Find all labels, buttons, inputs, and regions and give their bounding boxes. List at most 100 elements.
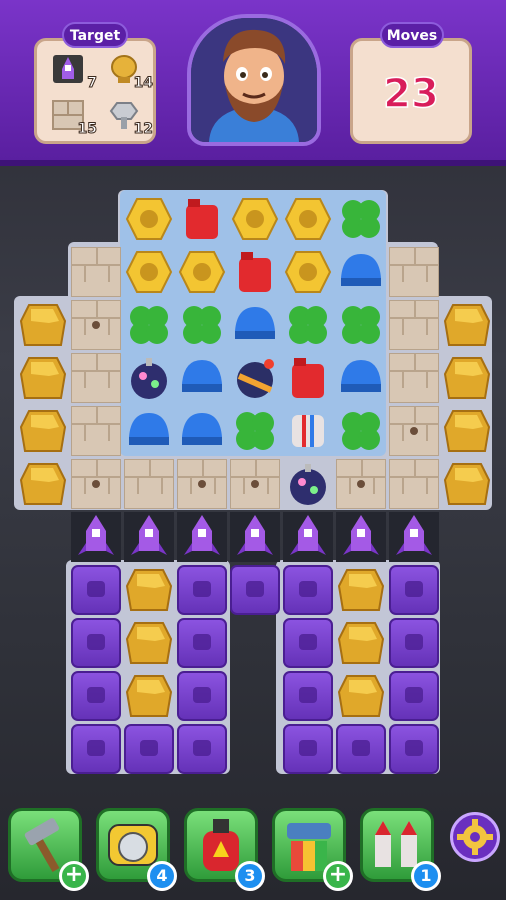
piece-ball[interactable]	[230, 353, 280, 403]
rocket-piece[interactable]	[230, 512, 280, 562]
piece-bomb[interactable]	[283, 459, 333, 509]
piece-clover[interactable]	[230, 406, 280, 456]
avatar[interactable]	[187, 14, 321, 146]
purple-crate[interactable]	[389, 724, 439, 774]
rocket-piece[interactable]	[71, 512, 121, 562]
brick-block[interactable]	[124, 459, 174, 509]
brick-block[interactable]	[230, 459, 280, 509]
purple-crate[interactable]	[71, 724, 121, 774]
gold-rock[interactable]	[124, 618, 174, 668]
rocket-piece[interactable]	[389, 512, 439, 562]
purple-crate[interactable]	[389, 565, 439, 615]
purple-crate[interactable]	[177, 618, 227, 668]
brick-block[interactable]	[71, 406, 121, 456]
can-icon	[239, 252, 271, 292]
brick-block[interactable]	[336, 459, 386, 509]
moves-label: Moves	[380, 22, 444, 48]
rocket-piece[interactable]	[336, 512, 386, 562]
brick-block[interactable]	[71, 247, 121, 297]
paint-gun-booster[interactable]: +	[272, 808, 353, 891]
piece-nut[interactable]	[283, 247, 333, 297]
hammer-booster[interactable]: +	[8, 808, 89, 891]
brick-block[interactable]	[389, 406, 439, 456]
gold-rock[interactable]	[18, 406, 68, 456]
gold-rock[interactable]	[124, 565, 174, 615]
purple-crate[interactable]	[389, 618, 439, 668]
brick-block[interactable]	[389, 247, 439, 297]
brick-block[interactable]	[71, 459, 121, 509]
gold-rock[interactable]	[18, 459, 68, 509]
piece-nut[interactable]	[230, 194, 280, 244]
crate-mark	[193, 740, 211, 756]
piece-helmet[interactable]	[230, 300, 280, 350]
gold-rock[interactable]	[442, 459, 492, 509]
piece-can[interactable]	[177, 194, 227, 244]
piece-helmet[interactable]	[336, 353, 386, 403]
purple-crate[interactable]	[283, 724, 333, 774]
crate-mark	[299, 687, 317, 703]
piece-clover[interactable]	[124, 300, 174, 350]
piece-bomb[interactable]	[124, 353, 174, 403]
piece-can[interactable]	[283, 353, 333, 403]
gold-rock[interactable]	[442, 353, 492, 403]
piece-nut[interactable]	[177, 247, 227, 297]
purple-crate[interactable]	[71, 618, 121, 668]
bomb-icon	[290, 464, 326, 505]
gold-rock[interactable]	[124, 671, 174, 721]
brick-block[interactable]	[177, 459, 227, 509]
piece-helmet[interactable]	[336, 247, 386, 297]
extinguisher-booster[interactable]: 3	[184, 808, 265, 891]
purple-crate[interactable]	[283, 618, 333, 668]
piece-nut[interactable]	[124, 194, 174, 244]
purple-crate[interactable]	[177, 724, 227, 774]
purple-crate[interactable]	[389, 671, 439, 721]
crate-mark	[193, 581, 211, 597]
piece-helmet[interactable]	[124, 406, 174, 456]
purple-crate[interactable]	[336, 724, 386, 774]
piece-clover[interactable]	[336, 406, 386, 456]
rocket-piece[interactable]	[124, 512, 174, 562]
brick-block[interactable]	[389, 353, 439, 403]
brick-block[interactable]	[71, 353, 121, 403]
piece-helmet[interactable]	[177, 353, 227, 403]
purple-crate[interactable]	[230, 565, 280, 615]
piece-clover[interactable]	[336, 300, 386, 350]
paint-gun-add-badge[interactable]: +	[323, 861, 353, 891]
gold-rock[interactable]	[336, 565, 386, 615]
gold-rock[interactable]	[442, 406, 492, 456]
gold-rock[interactable]	[18, 353, 68, 403]
gold-rock[interactable]	[336, 618, 386, 668]
settings-button[interactable]	[450, 812, 500, 862]
gold-rock[interactable]	[336, 671, 386, 721]
brick-block[interactable]	[389, 300, 439, 350]
target-brick: 15	[47, 97, 98, 138]
piece-can[interactable]	[230, 247, 280, 297]
brick-block[interactable]	[389, 459, 439, 509]
piece-nut[interactable]	[124, 247, 174, 297]
piece-nut[interactable]	[283, 194, 333, 244]
brick-hole	[251, 480, 259, 488]
gold-rock[interactable]	[18, 300, 68, 350]
purple-crate[interactable]	[283, 565, 333, 615]
rocket-piece[interactable]	[177, 512, 227, 562]
piece-helmet[interactable]	[177, 406, 227, 456]
purple-crate[interactable]	[71, 565, 121, 615]
piece-spool[interactable]	[283, 406, 333, 456]
crate-mark	[405, 687, 423, 703]
hammer-add-badge[interactable]: +	[59, 861, 89, 891]
rockets-booster[interactable]: 1	[360, 808, 441, 891]
piece-clover[interactable]	[283, 300, 333, 350]
brick-block[interactable]	[71, 300, 121, 350]
purple-crate[interactable]	[177, 565, 227, 615]
rocket-piece[interactable]	[283, 512, 333, 562]
purple-crate[interactable]	[124, 724, 174, 774]
target-rocket-count: 7	[87, 75, 98, 92]
nut-icon	[284, 251, 332, 293]
purple-crate[interactable]	[283, 671, 333, 721]
purple-crate[interactable]	[177, 671, 227, 721]
piece-clover[interactable]	[336, 194, 386, 244]
piece-clover[interactable]	[177, 300, 227, 350]
gold-rock[interactable]	[442, 300, 492, 350]
saw-booster[interactable]: 4	[96, 808, 177, 891]
purple-crate[interactable]	[71, 671, 121, 721]
